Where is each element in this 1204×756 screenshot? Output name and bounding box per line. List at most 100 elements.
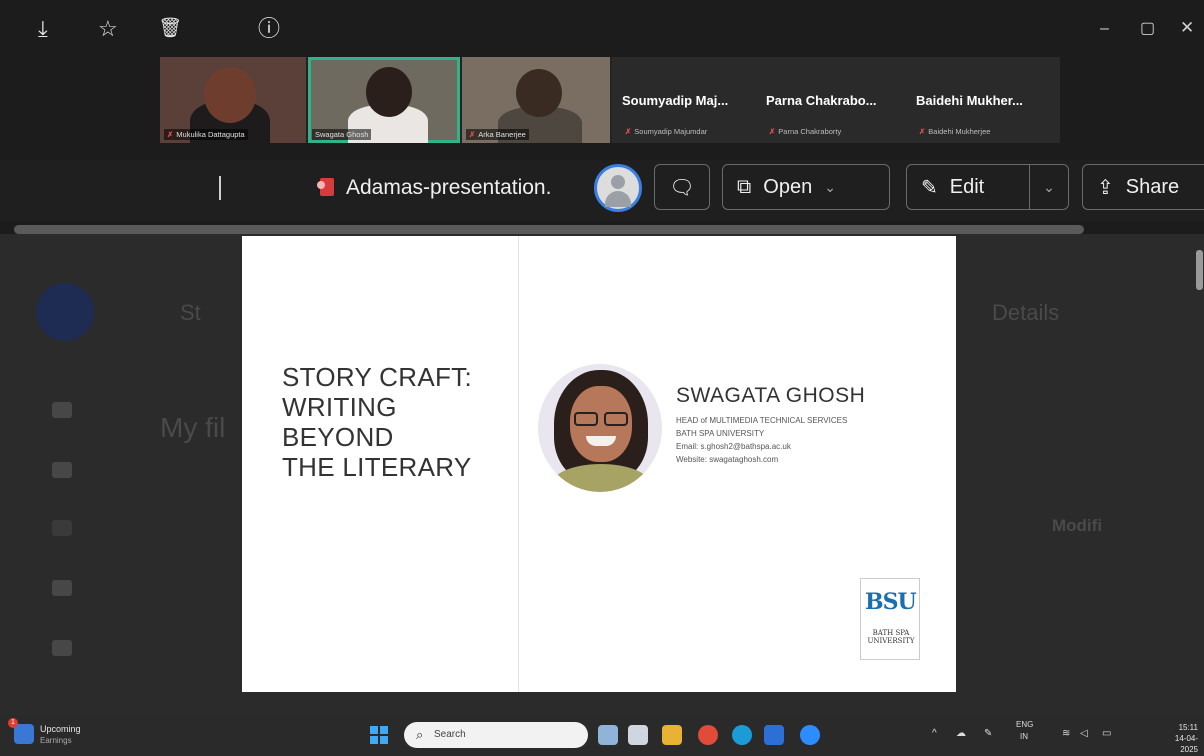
info-icon[interactable]: ⓘ <box>258 18 280 40</box>
participant-name-tag: ✗ Mukulika Dattagupta <box>164 129 248 140</box>
participant-name: Mukulika Dattagupta <box>176 130 245 139</box>
volume-icon[interactable]: ◁ <box>1080 728 1088 739</box>
battery-icon[interactable]: ▭ <box>1102 728 1111 739</box>
zoom-icon[interactable] <box>800 725 820 745</box>
presenter-email: Email: s.ghosh2@bathspa.ac.uk <box>676 442 791 451</box>
pdf-file-icon <box>317 178 334 196</box>
logo-mark: BSU <box>865 589 917 615</box>
mic-off-icon: ✗ <box>769 127 776 136</box>
slide-title-line: THE LITERARY <box>282 452 472 482</box>
presentation-slide: STORY CRAFT: WRITING BEYOND THE LITERARY… <box>242 236 956 692</box>
open-external-icon: ⧉ <box>737 175 752 198</box>
logo-subtitle: BATH SPA UNIVERSITY <box>867 629 915 645</box>
restore-icon[interactable]: ▢ <box>1140 18 1155 38</box>
outlook-icon[interactable] <box>764 725 784 745</box>
slide-title-line: STORY CRAFT: <box>282 362 472 392</box>
participant-tile[interactable]: ✗ Mukulika Dattagupta <box>160 57 306 143</box>
chevron-down-icon: ⌄ <box>824 178 836 195</box>
taskbar-search[interactable]: Search <box>404 722 588 748</box>
clock[interactable]: 15:11 14-04-2025 <box>1164 722 1198 755</box>
clock-time: 15:11 <box>1178 723 1198 732</box>
mic-off-icon: ✗ <box>919 127 926 136</box>
wifi-icon[interactable]: ≋ <box>1062 728 1070 739</box>
participant-name: Soumyadip Majumdar <box>634 127 708 136</box>
participant-video-head <box>516 69 562 117</box>
participant-name-tag: ✗ Parna Chakraborty <box>766 126 844 137</box>
participant-tile-active-speaker[interactable]: Swagata Ghosh <box>308 57 460 143</box>
shared-icon <box>52 640 72 656</box>
participant-video-head <box>366 67 412 117</box>
clock-date: 14-04-2025 <box>1174 734 1198 754</box>
participant-name: Arka Banerjee <box>478 130 526 139</box>
minimize-icon[interactable]: – <box>1100 20 1109 38</box>
participant-tile[interactable]: ✗ Arka Banerjee <box>462 57 610 143</box>
file-name-text: Adamas-presentation. <box>346 176 552 199</box>
add-new-button[interactable] <box>36 283 94 341</box>
participant-name: Swagata Ghosh <box>315 130 369 139</box>
notification-badge: 1 <box>8 718 18 728</box>
vertical-scrollbar[interactable] <box>1196 250 1203 290</box>
column-header-modified: Modifi <box>1052 516 1103 535</box>
open-button[interactable]: ⧉ Open ⌄ <box>722 164 890 210</box>
edge-icon[interactable] <box>732 725 752 745</box>
widget-subtitle: Earnings <box>40 736 72 745</box>
participant-strip: ✗ Mukulika Dattagupta Swagata Ghosh ✗ Arka… <box>160 57 1060 143</box>
participant-tile[interactable]: Soumyadip Maj... ✗ Soumyadip Majumdar <box>612 57 760 143</box>
presenter-photo-glasses <box>572 412 630 426</box>
background-heading: My fil <box>160 412 226 443</box>
chrome-icon[interactable] <box>698 725 718 745</box>
close-icon[interactable]: ✕ <box>1180 18 1194 38</box>
participant-display-name: Soumyadip Maj... <box>622 93 729 108</box>
onedrive-icon[interactable]: ☁ <box>956 728 966 739</box>
home-icon <box>52 402 72 418</box>
participant-name-tag: ✗ Soumyadip Majumdar <box>622 126 710 137</box>
presenter-organization: BATH SPA UNIVERSITY <box>676 429 765 438</box>
slide-title-line: BEYOND <box>282 422 394 452</box>
star-icon[interactable]: ☆ <box>98 18 118 40</box>
folder-icon <box>52 520 72 536</box>
mic-off-icon: ✗ <box>469 130 476 139</box>
edit-button[interactable]: ✎ Edit <box>906 164 1030 210</box>
participant-video-head <box>204 67 256 123</box>
comment-icon: 🗨 <box>669 176 695 199</box>
folder-icon[interactable] <box>662 725 682 745</box>
participant-name-tag: Swagata Ghosh <box>312 129 372 140</box>
widget-title[interactable]: Upcoming <box>40 724 81 734</box>
participant-display-name: Parna Chakrabo... <box>766 93 877 108</box>
recent-icon <box>52 462 72 478</box>
edit-options-dropdown[interactable]: ⌄ <box>1029 164 1069 210</box>
pen-icon[interactable]: ✎ <box>984 728 992 739</box>
download-icon[interactable]: ⤓ <box>38 18 48 40</box>
participant-name: Parna Chakraborty <box>778 127 842 136</box>
details-button: Details <box>992 300 1060 325</box>
participant-name-tag: ✗ Arka Banerjee <box>466 129 529 140</box>
background-tab: St <box>180 300 201 325</box>
task-view-icon[interactable] <box>598 725 618 745</box>
share-icon: ⇪ <box>1097 176 1114 199</box>
file-name: Adamas-presentation. <box>317 176 552 200</box>
presenter-role: HEAD of MULTIMEDIA TECHNICAL SERVICES <box>676 416 848 425</box>
file-explorer-icon[interactable] <box>628 725 648 745</box>
pencil-icon: ✎ <box>921 176 938 199</box>
comment-button[interactable]: 🗨 <box>654 164 710 210</box>
start-button[interactable] <box>370 726 388 744</box>
slide-divider <box>518 236 519 692</box>
show-hidden-icons-chevron[interactable]: ^ <box>932 728 937 739</box>
windows-taskbar: 1 Upcoming Earnings Search ^ ☁ ✎ ENG IN … <box>0 714 1204 756</box>
widgets-icon[interactable] <box>14 724 34 744</box>
presenter-info: SWAGATA GHOSH HEAD of MULTIMEDIA TECHNIC… <box>676 384 865 464</box>
horizontal-scrollbar[interactable] <box>14 225 1084 234</box>
user-avatar[interactable] <box>594 164 642 212</box>
share-button[interactable]: ⇪ Share <box>1082 164 1204 210</box>
mic-off-icon: ✗ <box>167 130 174 139</box>
language-indicator[interactable]: ENG <box>1016 720 1033 729</box>
participant-tile[interactable]: Baidehi Mukher... ✗ Baidehi Mukherjee <box>906 57 1060 143</box>
share-label: Share <box>1125 175 1180 198</box>
presenter-photo <box>538 364 662 492</box>
mic-off-icon: ✗ <box>625 127 632 136</box>
presenter-website: Website: swagataghosh.com <box>676 455 779 464</box>
participant-tile[interactable]: Parna Chakrabo... ✗ Parna Chakraborty <box>760 57 906 143</box>
participant-name-tag: ✗ Baidehi Mukherjee <box>916 126 993 137</box>
delete-icon[interactable]: 🗑 <box>158 18 182 40</box>
presenter-name: SWAGATA GHOSH <box>676 384 866 407</box>
